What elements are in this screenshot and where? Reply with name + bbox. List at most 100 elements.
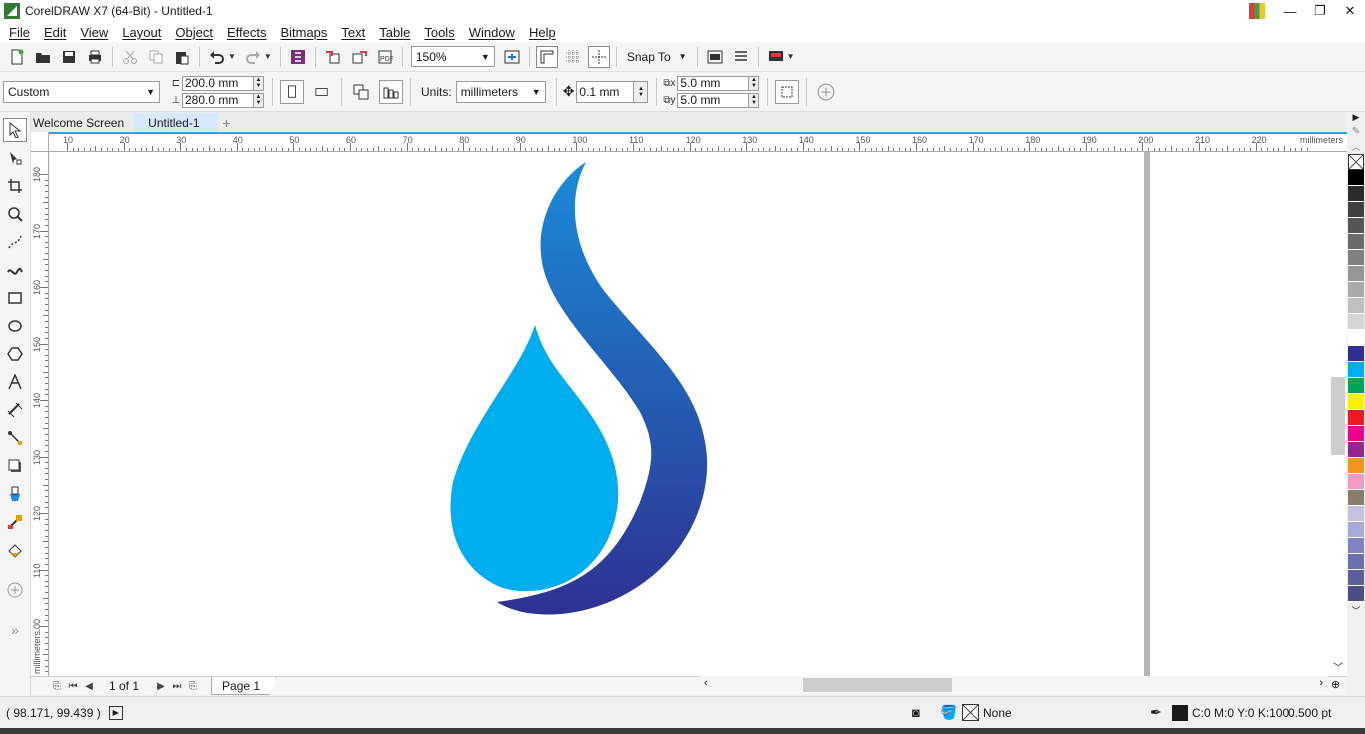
page-height-field[interactable]: ⊥ 280.0 mm ▲ ▼: [170, 92, 264, 108]
status-expand-icon[interactable]: ▶: [108, 705, 123, 720]
page-height-spinner[interactable]: ▲ ▼: [254, 92, 264, 108]
menu-layout[interactable]: Layout: [115, 25, 168, 40]
scroll-left-icon[interactable]: ‹: [704, 677, 708, 689]
scroll-down-icon[interactable]: ﹀: [1333, 659, 1343, 674]
first-page-icon[interactable]: ⏮: [65, 681, 81, 692]
outline-pen-icon[interactable]: ✒: [1150, 704, 1162, 721]
restore-button[interactable]: ❐: [1305, 0, 1335, 22]
horizontal-ruler[interactable]: 10 20 30 40 50 60 70 80 90 100 110 120 130 140 150 160 1…: [49, 132, 1347, 152]
palette-scroll-down-icon[interactable]: ﹀: [1351, 604, 1360, 617]
duplicate-x-input[interactable]: 5.0 mm: [677, 75, 750, 91]
menu-table[interactable]: Table: [372, 25, 417, 40]
palette-swatch[interactable]: [1348, 378, 1364, 394]
page-height-input[interactable]: 280.0 mm: [182, 92, 254, 108]
application-launcher-icon[interactable]: [730, 46, 752, 68]
crop-tool-icon[interactable]: [3, 174, 27, 198]
menu-object[interactable]: Object: [168, 25, 220, 40]
zoom-navigator-icon[interactable]: ⊕: [1331, 678, 1340, 691]
menu-tools[interactable]: Tools: [417, 25, 461, 40]
palette-scroll-up-icon[interactable]: ▶: [1353, 112, 1360, 126]
search-content-icon[interactable]: [287, 46, 309, 68]
nudge-distance-spinner[interactable]: ▲ ▼: [634, 80, 649, 103]
freehand-tool-icon[interactable]: [3, 230, 27, 254]
duplicate-y-field[interactable]: ⧉y 5.0 mm ▲ ▼: [661, 92, 760, 108]
paste-icon[interactable]: [171, 46, 193, 68]
insert-page-after-icon[interactable]: ⎘: [185, 681, 201, 692]
page-width-spinner[interactable]: ▲ ▼: [254, 75, 264, 91]
current-page-icon[interactable]: [379, 79, 403, 104]
vertical-scroll-thumb[interactable]: [1331, 377, 1345, 455]
drop-shadow-icon[interactable]: [3, 454, 27, 478]
snap-to-dropdown[interactable]: Snap To ▼: [621, 50, 693, 64]
palette-swatch[interactable]: [1348, 394, 1364, 410]
rectangle-tool-icon[interactable]: [3, 286, 27, 310]
palette-swatch[interactable]: [1348, 282, 1364, 298]
connector-tool-icon[interactable]: [3, 426, 27, 450]
page-1-tab[interactable]: Page 1: [211, 677, 278, 695]
previous-page-icon[interactable]: ◀: [81, 681, 97, 692]
palette-swatch[interactable]: [1348, 474, 1364, 490]
add-toolbar-item-icon[interactable]: [814, 80, 838, 104]
tab-untitled-1[interactable]: Untitled-1: [134, 113, 218, 132]
options-icon[interactable]: [704, 46, 726, 68]
artistic-media-icon[interactable]: [3, 258, 27, 282]
duplicate-y-spinner[interactable]: ▲ ▼: [749, 92, 760, 108]
horizontal-scroll-thumb[interactable]: [803, 678, 952, 692]
redo-icon[interactable]: [242, 46, 264, 68]
nudge-distance-field[interactable]: 0.1 mm ▲ ▼: [576, 80, 649, 103]
menu-file[interactable]: File: [2, 25, 37, 40]
welcome-screen-icon[interactable]: [765, 46, 787, 68]
palette-swatch[interactable]: [1348, 314, 1364, 330]
show-rulers-icon[interactable]: [535, 45, 558, 68]
tab-welcome-screen[interactable]: Welcome Screen: [31, 113, 134, 132]
palette-swatch[interactable]: [1348, 234, 1364, 250]
menu-bitmaps[interactable]: Bitmaps: [273, 25, 334, 40]
export-icon[interactable]: [348, 46, 370, 68]
palette-swatch[interactable]: [1348, 522, 1364, 538]
page-size-preset-select[interactable]: Custom ▼: [3, 80, 160, 103]
menu-help[interactable]: Help: [522, 25, 563, 40]
treat-as-filled-button[interactable]: [775, 79, 800, 104]
palette-swatch[interactable]: [1348, 170, 1364, 186]
pick-tool-icon[interactable]: [3, 118, 27, 142]
palette-swatch[interactable]: [1348, 298, 1364, 314]
units-select[interactable]: millimeters ▼: [455, 80, 546, 103]
transparency-icon[interactable]: [3, 482, 27, 506]
open-folder-icon[interactable]: [32, 46, 54, 68]
show-grid-icon[interactable]: [562, 46, 584, 68]
ellipse-tool-icon[interactable]: [3, 314, 27, 338]
full-screen-preview-icon[interactable]: [501, 46, 523, 68]
palette-swatch[interactable]: [1348, 442, 1364, 458]
eyedropper-icon[interactable]: [3, 510, 27, 534]
vertical-ruler[interactable]: 180 170 160 150 140 130 120 110 100 millimeters: [31, 152, 49, 676]
close-button[interactable]: ✕: [1335, 0, 1365, 22]
duplicate-x-spinner[interactable]: ▲ ▼: [749, 75, 760, 91]
expand-toolbox-icon[interactable]: »: [3, 618, 27, 642]
menu-edit[interactable]: Edit: [37, 25, 73, 40]
palette-scroll-top-icon[interactable]: ︿: [1351, 140, 1360, 154]
palette-swatch[interactable]: [1348, 586, 1364, 602]
scroll-right-icon[interactable]: ›: [1319, 677, 1323, 689]
new-tab-icon[interactable]: +: [218, 113, 236, 132]
polygon-tool-icon[interactable]: [3, 342, 27, 366]
horizontal-scrollbar[interactable]: ‹ ›: [700, 676, 1329, 695]
duplicate-y-input[interactable]: 5.0 mm: [677, 92, 750, 108]
menu-effects[interactable]: Effects: [220, 25, 274, 40]
zoom-level-select[interactable]: 150% ▼: [410, 46, 495, 67]
menu-view[interactable]: View: [73, 25, 115, 40]
palette-swatch[interactable]: [1348, 250, 1364, 266]
vertical-scrollbar[interactable]: ﹀: [1329, 152, 1347, 676]
drawing-canvas[interactable]: [50, 152, 1347, 676]
redo-dropdown-icon[interactable]: ▼: [264, 52, 272, 61]
show-guidelines-icon[interactable]: [587, 45, 610, 68]
import-icon[interactable]: [322, 46, 344, 68]
undo-icon[interactable]: [206, 46, 228, 68]
palette-swatch[interactable]: [1348, 426, 1364, 442]
nudge-distance-input[interactable]: 0.1 mm: [576, 80, 635, 103]
publish-pdf-icon[interactable]: PDF: [374, 46, 396, 68]
water-drop-shape[interactable]: [450, 325, 619, 592]
welcome-dropdown-icon[interactable]: ▼: [787, 52, 795, 61]
parallel-dimension-icon[interactable]: [3, 398, 27, 422]
copy-icon[interactable]: [145, 46, 167, 68]
palette-swatch[interactable]: [1348, 506, 1364, 522]
